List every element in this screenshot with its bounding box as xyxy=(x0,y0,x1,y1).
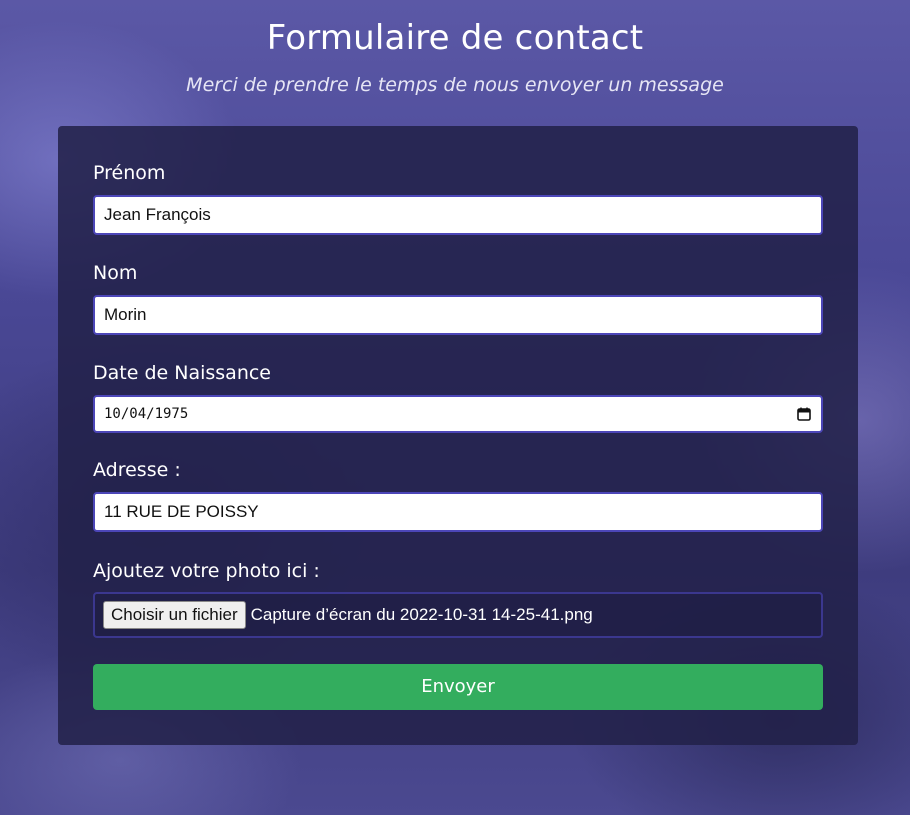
page-subtitle: Merci de prendre le temps de nous envoye… xyxy=(186,74,724,96)
submit-button[interactable]: Envoyer xyxy=(93,664,823,710)
selected-file-name: Capture d’écran du 2022-10-31 14-25-41.p… xyxy=(250,605,593,624)
last-name-input[interactable]: Morin xyxy=(93,295,823,335)
page: Formulaire de contact Merci de prendre l… xyxy=(0,0,910,815)
birth-date-label: Date de Naissance xyxy=(93,362,271,384)
calendar-icon[interactable] xyxy=(797,407,811,421)
address-input[interactable]: 11 RUE DE POISSY xyxy=(93,492,823,532)
last-name-label: Nom xyxy=(93,262,138,284)
birth-date-value: 10/04/1975 xyxy=(104,406,189,422)
contact-form: Prénom Jean François Nom Morin Date de N… xyxy=(58,126,858,745)
choose-file-button[interactable]: Choisir un fichier xyxy=(103,601,246,629)
page-title: Formulaire de contact xyxy=(266,18,644,58)
first-name-input[interactable]: Jean François xyxy=(93,195,823,235)
address-label: Adresse : xyxy=(93,459,181,481)
photo-label: Ajoutez votre photo ici : xyxy=(93,560,320,582)
birth-date-input[interactable]: 10/04/1975 xyxy=(93,395,823,433)
first-name-label: Prénom xyxy=(93,162,166,184)
photo-file-input[interactable]: Choisir un fichier Capture d’écran du 20… xyxy=(93,592,823,638)
